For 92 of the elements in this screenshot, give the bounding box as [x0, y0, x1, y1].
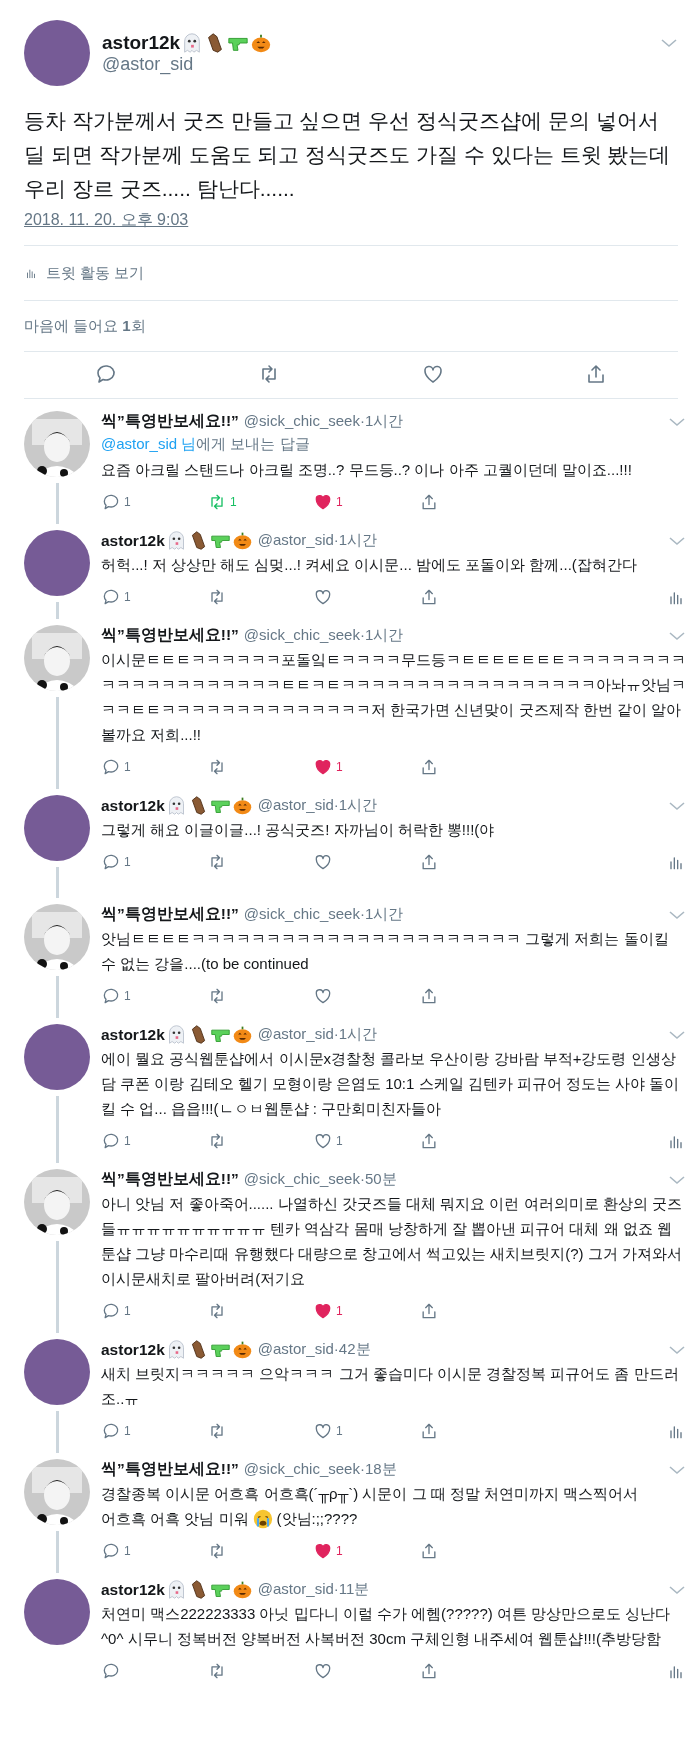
display-name: astor12k	[101, 1580, 165, 1599]
reply-icon	[101, 1421, 121, 1441]
chevron-icon[interactable]	[668, 1028, 686, 1041]
reply-icon	[101, 852, 121, 872]
reply-icon	[101, 757, 121, 777]
handle-time: @sick_chic_seek·18분	[243, 1460, 397, 1479]
heart-icon	[313, 1541, 333, 1561]
reply-icon	[101, 1301, 121, 1321]
reply-button[interactable]: 1	[101, 1131, 207, 1151]
reply-to-line: @astor_sid 님에게 보내는 답글	[101, 434, 311, 454]
pumpkin-icon	[231, 1339, 253, 1360]
display-name: astor12k	[102, 31, 181, 54]
chevron-icon[interactable]	[668, 908, 686, 921]
reply-button[interactable]: 1	[101, 587, 207, 607]
tweet-text: 허헉...! 저 상상만 해도 심멎...! 켜세요 이시문... 밤에도 포돌이와 함께...(잡혀간다	[101, 555, 638, 575]
reply-button[interactable]: 1	[101, 492, 207, 512]
reply-button[interactable]: 1	[101, 1421, 207, 1441]
chevron-icon[interactable]	[660, 36, 678, 49]
pumpkin-icon	[231, 1579, 253, 1600]
reply-icon	[101, 1131, 121, 1151]
reply-icon	[101, 492, 121, 512]
tweet-text: 새치 브릿지ㅋㅋㅋㅋㅋ 으악ㅋㅋㅋ 그거 좋습미다 이시문 경찰정복 피규어도 좀 만드러조..ㅠ	[101, 1364, 680, 1409]
chevron-icon[interactable]	[668, 1343, 686, 1356]
pumpkin-icon	[231, 1024, 253, 1045]
heart-icon	[313, 1301, 333, 1321]
display-name: astor12k	[101, 796, 165, 815]
heart-icon	[313, 587, 333, 607]
chevron-icon[interactable]	[668, 1173, 686, 1186]
display-name: 씩”특영반보세요!!”	[101, 411, 239, 431]
chevron-icon[interactable]	[668, 799, 686, 812]
crying-face-icon	[252, 1508, 273, 1529]
handle-time: @astor_sid·42분	[257, 1340, 371, 1359]
tweet-text: (앗님:;;????	[276, 1509, 358, 1529]
heart-icon	[313, 1421, 333, 1441]
handle-time: @sick_chic_seek·1시간	[243, 412, 404, 431]
like-button[interactable]: 1	[313, 1541, 419, 1561]
chevron-icon[interactable]	[668, 1463, 686, 1476]
heart-icon	[313, 852, 333, 872]
reply-button[interactable]: 1	[101, 1301, 207, 1321]
heart-icon	[313, 492, 333, 512]
reply-button[interactable]: 1	[101, 986, 207, 1006]
handle-time: @astor_sid·1시간	[257, 796, 378, 815]
handle-time: @sick_chic_seek·1시간	[243, 905, 404, 924]
chevron-icon[interactable]	[668, 629, 686, 642]
heart-icon	[313, 1661, 333, 1681]
chevron-icon[interactable]	[668, 1583, 686, 1596]
handle-time: @sick_chic_seek·50분	[243, 1170, 397, 1189]
tweet-text: 이시문ㅌㅌㅌㅋㅋㅋㅋㅋㅋ포돌잌ㅌㅋㅋㅋㅋ무드등ㅋㅌㅌㅌㅌㅌㅌㅌㅋㅋㅋㅋㅋㅋㅋㅋㅋㅋㅋㅋㅋㅋㅋㅋㅋㅋㅋㅋㅌㅌㅋㅌㅋㅋㅋㅋㅋㅋㅋㅋㅋㅋㅋㅋㅋㅋㅋㅋㅋ아놔ㅠ앗님ㅋㅋㅋㅌㅌㅋㅋㅋㅋㅋㅋㅋㅋㅋㅋㅋㅋㅋㅋ저 한국가면 신년맞이 굿즈제작 한번 같이 알아볼까요 저희...!!	[101, 650, 686, 745]
like-button[interactable]: 1	[313, 757, 419, 777]
reply-button[interactable]: 1	[101, 757, 207, 777]
handle-time: @sick_chic_seek·1시간	[243, 626, 404, 645]
handle-time: @astor_sid·11분	[257, 1580, 370, 1599]
chevron-icon[interactable]	[668, 534, 686, 547]
reply-button[interactable]: 1	[101, 1541, 207, 1561]
display-name: astor12k	[101, 531, 165, 550]
display-name: astor12k	[101, 1340, 165, 1359]
handle: @astor_sid	[102, 53, 195, 75]
tweet-activity-link[interactable]: 트윗 활동 보기	[46, 263, 145, 283]
handle-time: @astor_sid·1시간	[257, 531, 378, 550]
reply-icon	[101, 587, 121, 607]
like-button[interactable]: 1	[313, 492, 419, 512]
display-name: 씩”특영반보세요!!”	[101, 1169, 239, 1189]
tweet-text: 요즘 아크릴 스탠드나 아크릴 조명..? 무드등..? 이나 아주 고퀄이던데 말이죠...!!!	[101, 460, 633, 480]
chevron-icon[interactable]	[668, 415, 686, 428]
handle-time: @astor_sid·1시간	[257, 1025, 378, 1044]
heart-icon	[313, 986, 333, 1006]
tweet-text: 아니 앗님 저 좋아죽어...... 나열하신 갓굿즈들 대체 뭐지요 이런 여러의미로 환상의 굿즈들ㅠㅠㅠㅠㅠㅠㅠㅠㅠㅠ 텐카 역삼각 몸매 낭창하게 잘 뽑아낸 피규어 대체 왜 없죠 웹툰샵 그냥 마수리때 유행했다 대량으로 창고에서 썩고있는 새치브릿지(?) 그거 가져와서 이시문새치로 팔아버려(저기요	[101, 1194, 683, 1289]
tweet-text: 그렇게 해요 이글이글...! 공식굿즈! 자까님이 허락한 뽕!!!(야	[101, 820, 496, 840]
like-button[interactable]: 1	[313, 1421, 419, 1441]
reply-button[interactable]: 1	[101, 852, 207, 872]
display-name: 씩”특영반보세요!!”	[101, 904, 239, 924]
display-name: 씩”특영반보세요!!”	[101, 1459, 239, 1479]
display-name: 씩”특영반보세요!!”	[101, 625, 239, 645]
likes-count[interactable]: 마음에 들어요 1회	[24, 316, 146, 336]
tweet-text: 등차 작가분께서 굿즈 만들고 싶으면 우선 정식굿즈샵에 문의 넣어서 딜 되면 작가분께 도움도 되고 정식굿즈도 가질 수 있다는 트윗 봤는데 우리 장르 굿즈..... 탐난다......	[24, 108, 672, 202]
reply-icon	[101, 1541, 121, 1561]
like-button[interactable]: 1	[313, 1131, 419, 1151]
pumpkin-icon	[231, 530, 253, 551]
tweet-text: 경찰종복 이시문 어흐흑 어흐흑(´╥ρ╥`) 시문이 그 때 정말 처연미까지 맥스찍어서	[101, 1484, 640, 1506]
heart-icon	[313, 1131, 333, 1151]
display-name: astor12k	[101, 1025, 165, 1044]
pumpkin-icon	[231, 795, 253, 816]
tweet-text: 처연미 맥스222223333 아닛 밉다니 이럴 수가 에헴(?????) 여튼 망상만으로도 싱난다^0^ 시무니 정복버전 양복버전 사복버전 30cm 구체인형 내주세여 웹툰샵!!!(추방당함	[101, 1604, 672, 1649]
tweet-text: 에이 뭘요 공식웹툰샵에서 이시문x경찰청 콜라보 우산이랑 강바람 부적+강도령 인생상담 쿠폰 이랑 김테오 헬기 모형이랑 은염도 10:1 스케일 김텐카 피규어 정도는 사야 돌이킬 수 업... 읍읍!!!(ㄴㅇㅂ웹툰샵 : 구만회미친자들아	[101, 1049, 681, 1119]
tweet-text: 앗님ㅌㅌㅌㅌㅋㅋㅋㅋㅋㅋㅋㅋㅋㅋㅋㅋㅋㅋㅋㅋㅋㅋㅋㅋㅋㅋ 그렇게 저희는 돌이킬 수 없는 강을....(to be continued	[101, 929, 670, 974]
retweet-button[interactable]: 1	[207, 492, 313, 512]
timestamp-link[interactable]: 2018. 11. 20. 오후 9:03	[24, 210, 189, 231]
tweet-text: 어흐흑 어흑 앗님 미워	[101, 1509, 249, 1529]
reply-icon	[101, 986, 121, 1006]
reply-icon	[101, 1661, 121, 1681]
like-button[interactable]: 1	[313, 1301, 419, 1321]
heart-icon	[313, 757, 333, 777]
